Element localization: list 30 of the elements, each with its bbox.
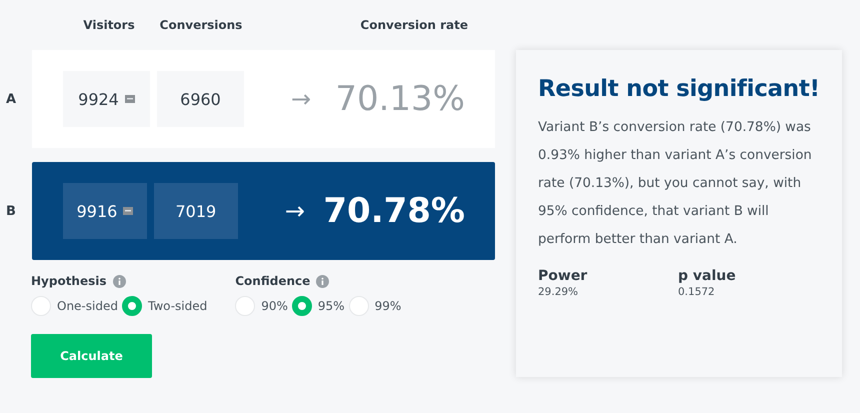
visitors-field[interactable]: 9924 [63,71,150,127]
result-text: Variant B’s conversion rate (70.78%) was 0.93% higher than variant A’s conversion rate (70.13%), but you cannot say, with 95% confidence, that variant B will perform better than variant A. [538,119,813,249]
radio-button[interactable] [122,296,142,316]
radio-button[interactable] [292,296,312,316]
info-icon[interactable] [112,274,126,288]
stat-label: p value [678,268,737,284]
option-title: Confidence [235,274,310,288]
arrow: → [284,197,306,225]
radio-option[interactable]: 90% [235,296,288,316]
radio-option[interactable]: 99% [348,296,402,316]
conversions-field[interactable]: 7019 [154,183,238,239]
column-header: Visitors [82,18,136,32]
arrow: → [291,85,312,113]
radio-option[interactable]: 95% [292,296,345,316]
column-header: Conversion rate [359,18,469,32]
info-icon[interactable] [316,274,330,288]
radio-option[interactable]: One-sided [31,296,118,316]
stat-value: 0.1572 [678,286,716,298]
column-header: Conversions [158,18,244,32]
conversion-rate: 70.13% [334,79,466,119]
stat-label: Power [538,268,588,284]
result-title: Result not significant! [538,76,821,102]
visitors-field[interactable]: 9916 [63,183,147,239]
stat-value: 29.29% [538,286,580,298]
variant-label: A [5,92,18,106]
conversions-field[interactable]: 6960 [157,71,244,127]
option-title: Hypothesis [31,274,107,288]
variant-label: B [5,204,17,218]
conversion-rate: 70.78% [323,191,466,231]
radio-option[interactable]: Two-sided [122,296,208,316]
